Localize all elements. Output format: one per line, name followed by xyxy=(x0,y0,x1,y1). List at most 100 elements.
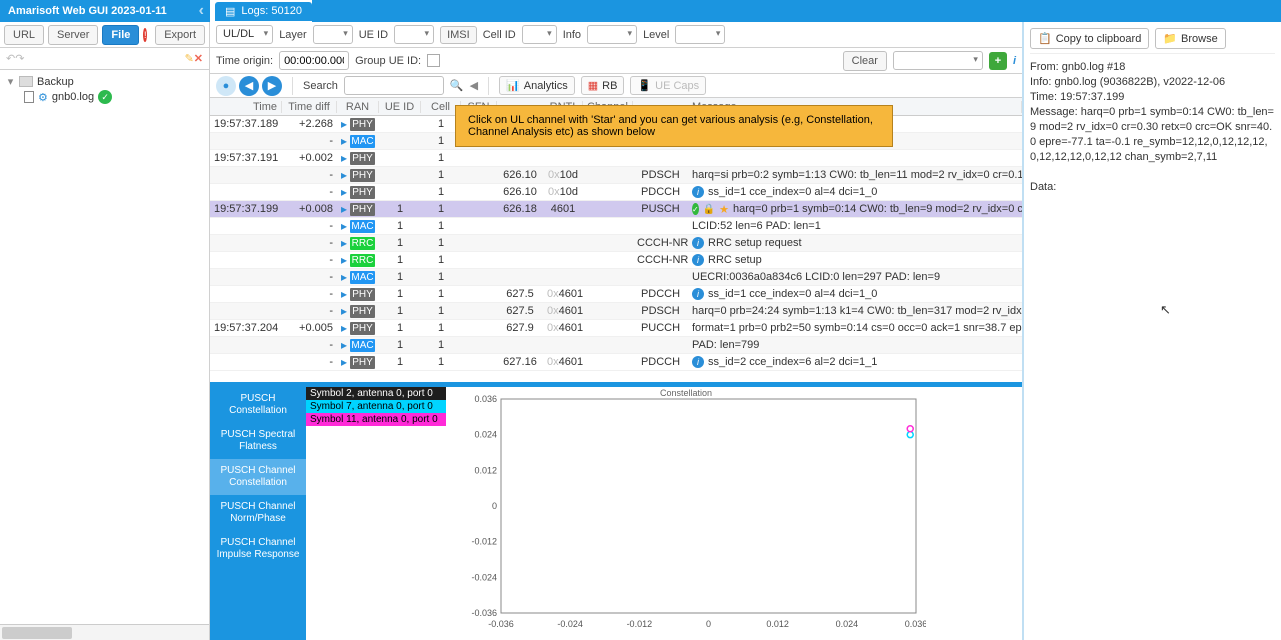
col-ueid[interactable]: UE ID xyxy=(379,101,421,113)
tree-file[interactable]: ⚙ gnb0.log ✓ xyxy=(24,89,203,105)
legend-item[interactable]: Symbol 11, antenna 0, port 0 xyxy=(306,413,446,426)
collapse-sidebar-icon[interactable]: ‹ xyxy=(199,2,204,20)
analysis-tab[interactable]: PUSCH Constellation xyxy=(210,387,306,423)
horizontal-scrollbar[interactable] xyxy=(0,624,209,640)
analysis-tab[interactable]: PUSCH Channel Norm/Phase xyxy=(210,495,306,531)
uldl-select[interactable]: UL/DL xyxy=(216,25,273,44)
svg-text:Constellation: Constellation xyxy=(660,388,712,398)
tree-folder[interactable]: ▾ Backup xyxy=(6,74,203,89)
search-input[interactable] xyxy=(344,76,444,95)
table-row[interactable]: 19:57:37.204+0.005▸PHY11627.90x4601PUCCH… xyxy=(210,320,1022,337)
ran-badge: PHY xyxy=(350,203,375,216)
svg-text:-0.036: -0.036 xyxy=(471,608,497,618)
table-row[interactable]: -▸MAC11LCID:52 len=6 PAD: len=1 xyxy=(210,218,1022,235)
analysis-pane: PUSCH ConstellationPUSCH Spectral Flatne… xyxy=(210,382,1022,640)
svg-text:-0.012: -0.012 xyxy=(627,619,653,629)
ueid-label: UE ID xyxy=(359,29,388,41)
analysis-tab[interactable]: PUSCH Spectral Flatness xyxy=(210,423,306,459)
col-timediff[interactable]: Time diff xyxy=(282,101,337,113)
search-label: Search xyxy=(303,80,338,92)
search-back-icon[interactable]: ◀ xyxy=(470,79,478,92)
nav-home-button[interactable]: ● xyxy=(216,76,236,96)
legend-item[interactable]: Symbol 7, antenna 0, port 0 xyxy=(306,400,446,413)
time-origin-input[interactable] xyxy=(279,51,349,70)
time-origin-label: Time origin: xyxy=(216,55,273,67)
table-row[interactable]: -▸PHY11627.50x4601PDCCHiss_id=1 cce_inde… xyxy=(210,286,1022,303)
file-button[interactable]: File xyxy=(102,25,139,45)
info-icon[interactable]: i xyxy=(692,288,704,300)
clipboard-icon: 📋 xyxy=(1038,32,1052,45)
error-icon[interactable]: ! xyxy=(143,28,147,42)
url-button[interactable]: URL xyxy=(4,25,44,45)
col-ran[interactable]: RAN xyxy=(337,101,379,113)
table-row[interactable]: 19:57:37.199+0.008▸PHY11626.184601PUSCH✓… xyxy=(210,201,1022,218)
table-row[interactable]: -▸PHY11627.50x4601PDSCHharq=0 prb=24:24 … xyxy=(210,303,1022,320)
tab-label: Logs: 50120 xyxy=(241,5,302,17)
arrow-right-icon: ▸ xyxy=(341,338,347,352)
server-button[interactable]: Server xyxy=(48,25,98,45)
browse-button[interactable]: 📁Browse xyxy=(1155,28,1225,49)
hint-overlay: Click on UL channel with 'Star' and you … xyxy=(455,105,893,147)
add-button[interactable]: + xyxy=(989,52,1007,70)
undo-icon[interactable]: ↶ xyxy=(6,52,15,65)
analysis-tab[interactable]: PUSCH Channel Constellation xyxy=(210,459,306,495)
copy-button[interactable]: 📋Copy to clipboard xyxy=(1030,28,1149,49)
col-time[interactable]: Time xyxy=(210,101,282,113)
ran-badge: MAC xyxy=(350,135,375,148)
analysis-tab[interactable]: PUSCH Channel Impulse Response xyxy=(210,531,306,567)
svg-text:0.024: 0.024 xyxy=(474,430,497,440)
table-row[interactable]: -▸PHY1626.100x10dPDCCHiss_id=1 cce_index… xyxy=(210,184,1022,201)
table-row[interactable]: -▸RRC11CCCH-NRiRRC setup xyxy=(210,252,1022,269)
group-ueid-checkbox[interactable] xyxy=(427,54,440,67)
nav-next-button[interactable]: ▶ xyxy=(262,76,282,96)
arrow-right-icon: ▸ xyxy=(341,185,347,199)
star-icon[interactable]: ★ xyxy=(719,203,729,216)
table-row[interactable]: -▸RRC11CCCH-NRiRRC setup request xyxy=(210,235,1022,252)
svg-text:-0.024: -0.024 xyxy=(471,572,497,582)
ran-badge: PHY xyxy=(350,186,375,199)
table-row[interactable]: -▸MAC11PAD: len=799 xyxy=(210,337,1022,354)
collapse-icon[interactable]: ▾ xyxy=(6,75,15,88)
level-select[interactable] xyxy=(675,25,725,44)
table-row[interactable]: 19:57:37.191+0.002▸PHY1 xyxy=(210,150,1022,167)
arrow-right-icon: ▸ xyxy=(341,236,347,250)
table-row[interactable]: -▸MAC11UECRI:0036a0a834c6 LCID:0 len=297… xyxy=(210,269,1022,286)
app-title: Amarisoft Web GUI 2023-01-11 xyxy=(8,5,167,17)
analysis-tabs: PUSCH ConstellationPUSCH Spectral Flatne… xyxy=(210,387,306,640)
lock-icon: 🔒 xyxy=(703,204,715,215)
ran-badge: PHY xyxy=(350,356,375,369)
clear-select[interactable] xyxy=(893,51,983,70)
tab-logs[interactable]: ▤ Logs: 50120 xyxy=(215,2,312,21)
folder-icon xyxy=(19,76,33,87)
table-row[interactable]: -▸PHY11627.160x4601PDCCHiss_id=2 cce_ind… xyxy=(210,354,1022,371)
table-row[interactable]: -▸PHY1626.100x10dPDSCHharq=si prb=0:2 sy… xyxy=(210,167,1022,184)
clear-button[interactable]: Clear xyxy=(843,51,887,71)
edit-icon[interactable]: ✎ xyxy=(185,52,194,65)
info-icon[interactable]: i xyxy=(1013,55,1016,67)
info-icon[interactable]: i xyxy=(692,356,704,368)
binoculars-icon[interactable]: 🔍 xyxy=(450,79,464,92)
ran-badge: PHY xyxy=(350,322,375,335)
ueid-select[interactable] xyxy=(394,25,434,44)
info-icon[interactable]: i xyxy=(692,254,704,266)
layer-select[interactable] xyxy=(313,25,353,44)
ran-badge: MAC xyxy=(350,220,375,233)
nav-prev-button[interactable]: ◀ xyxy=(239,76,259,96)
svg-text:0: 0 xyxy=(706,619,711,629)
redo-icon[interactable]: ↷ xyxy=(15,52,24,65)
export-button[interactable]: Export xyxy=(155,25,205,45)
delete-icon[interactable]: ✕ xyxy=(194,52,203,65)
cellid-select[interactable] xyxy=(522,25,557,44)
legend-item[interactable]: Symbol 2, antenna 0, port 0 xyxy=(306,387,446,400)
analytics-button[interactable]: 📊Analytics xyxy=(499,76,575,95)
info-select[interactable] xyxy=(587,25,637,44)
rb-button[interactable]: ▦RB xyxy=(581,76,625,95)
info-icon[interactable]: i xyxy=(692,186,704,198)
info-icon[interactable]: i xyxy=(692,237,704,249)
arrow-right-icon: ▸ xyxy=(341,168,347,182)
level-label: Level xyxy=(643,29,669,41)
imsi-button[interactable]: IMSI xyxy=(440,26,477,44)
ran-badge: RRC xyxy=(350,254,375,267)
ue-caps-button[interactable]: 📱UE Caps xyxy=(630,76,706,95)
svg-text:0.036: 0.036 xyxy=(905,619,926,629)
